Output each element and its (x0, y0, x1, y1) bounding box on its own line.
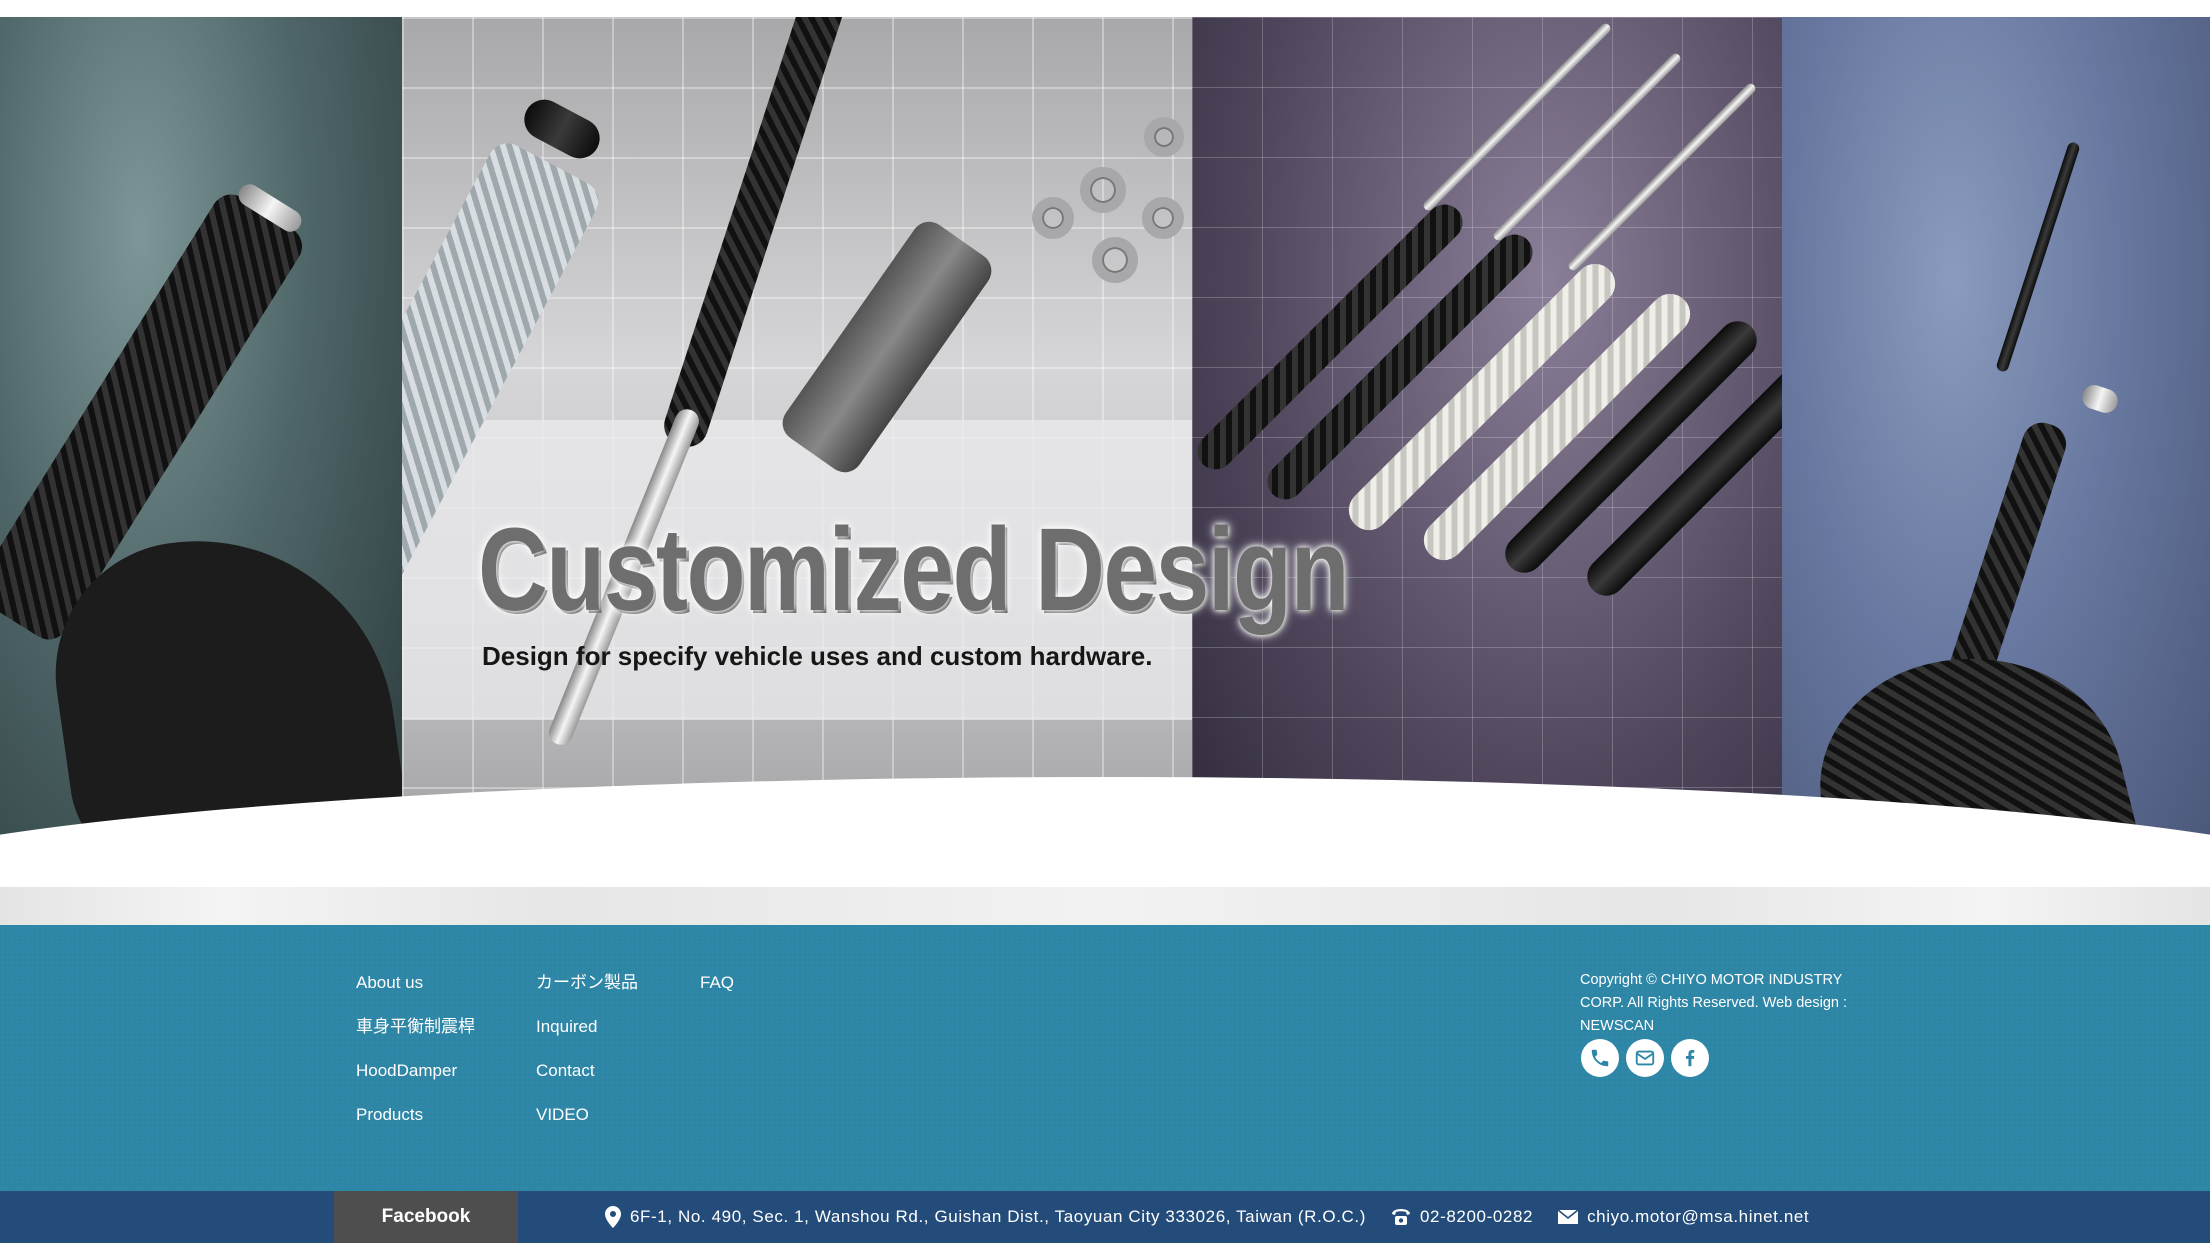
facebook-icon[interactable] (1671, 1039, 1709, 1077)
envelope-icon (1557, 1209, 1579, 1225)
strut-piston (1566, 81, 1758, 273)
hero-subtitle: Design for specify vehicle uses and cust… (482, 641, 1153, 671)
footer-nav-column-2: カーボン製品 Inquired Contact VIDEO (536, 973, 638, 1149)
strut-piston (1421, 21, 1613, 213)
contact-info: 6F-1, No. 490, Sec. 1, Wanshou Rd., Guis… (604, 1191, 1809, 1243)
hero-panel-struts (1192, 17, 1782, 887)
footer-link-balance-bar[interactable]: 車身平衡制震桿 (356, 1017, 475, 1061)
top-bar (0, 0, 2210, 17)
hero-panel-hardware (402, 17, 1192, 887)
shift-rod-upper (1995, 141, 2081, 373)
footer-link-video[interactable]: VIDEO (536, 1105, 638, 1149)
phone-icon[interactable] (1581, 1039, 1619, 1077)
footer-link-products[interactable]: Products (356, 1105, 475, 1149)
footer-link-hood-damper[interactable]: HoodDamper (356, 1061, 475, 1105)
footer-link-carbon-products[interactable]: カーボン製品 (536, 973, 638, 1017)
email-address[interactable]: chiyo.motor@msa.hinet.net (1587, 1207, 1809, 1227)
shift-ring (2079, 382, 2121, 416)
footer-link-contact[interactable]: Contact (536, 1061, 638, 1105)
washer (1144, 117, 1184, 157)
phone-number[interactable]: 02-8200-0282 (1420, 1207, 1533, 1227)
footer-link-faq[interactable]: FAQ (700, 973, 734, 1017)
hero-panel-shifter (1782, 17, 2210, 887)
strut-piston (1491, 51, 1683, 243)
washer (1032, 197, 1074, 239)
footer-nav-column-1: About us 車身平衡制震桿 HoodDamper Products (356, 973, 475, 1149)
washer (1142, 197, 1184, 239)
social-links (1581, 1039, 1709, 1077)
address-text: 6F-1, No. 490, Sec. 1, Wanshou Rd., Guis… (630, 1207, 1366, 1226)
copyright-text: Copyright © CHIYO MOTOR INDUSTRY CORP. A… (1580, 972, 1848, 1034)
hero-title: Customized Design (478, 504, 1350, 636)
washer (1092, 237, 1138, 283)
location-pin-icon (604, 1205, 622, 1229)
footer-link-inquired[interactable]: Inquired (536, 1017, 638, 1061)
hero-panel-handbrake (0, 17, 402, 887)
footer-nav-column-3: FAQ (700, 973, 734, 1017)
divider-stripe (0, 887, 2210, 925)
hero-banner: Customized Design Design for specify veh… (0, 17, 2210, 887)
mail-icon[interactable] (1626, 1039, 1664, 1077)
facebook-tab[interactable]: Facebook (334, 1191, 518, 1243)
washer (1080, 167, 1126, 213)
bottom-bar: Facebook 6F-1, No. 490, Sec. 1, Wanshou … (0, 1191, 2210, 1243)
footer-link-about-us[interactable]: About us (356, 973, 475, 1017)
telephone-icon (1390, 1207, 1412, 1227)
footer: About us 車身平衡制震桿 HoodDamper Products カーボ… (0, 925, 2210, 1191)
